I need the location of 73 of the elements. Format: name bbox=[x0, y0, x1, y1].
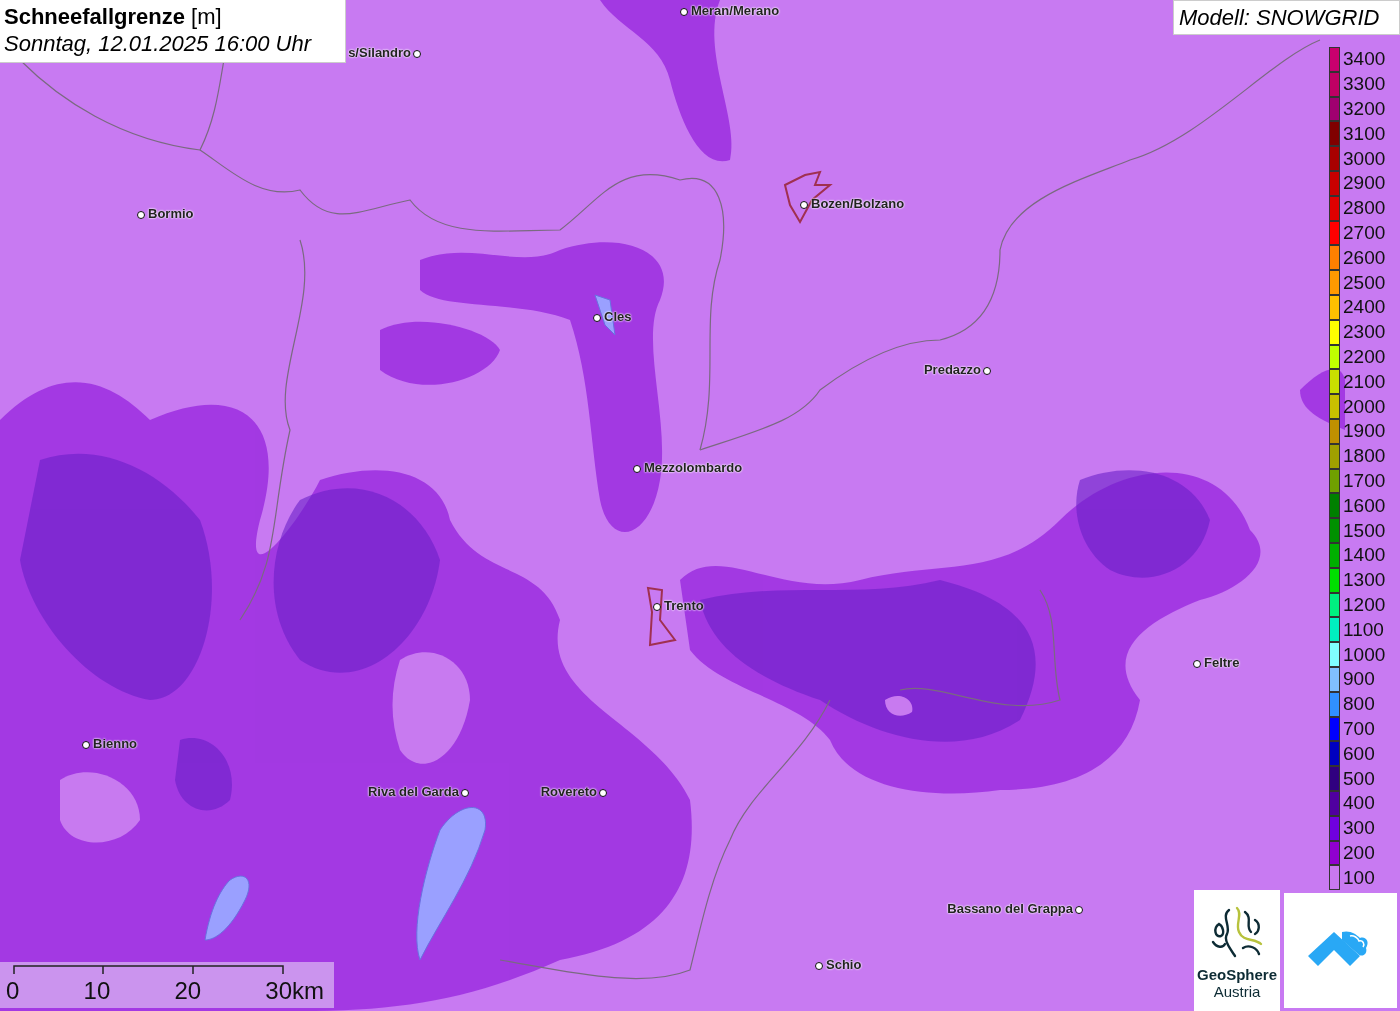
place-marker-icon bbox=[653, 603, 661, 611]
scale-ruler-icon bbox=[13, 965, 285, 975]
legend-value: 2700 bbox=[1342, 221, 1386, 244]
place-label: Bassano del Grappa bbox=[947, 901, 1073, 917]
place-marker-icon bbox=[82, 741, 90, 749]
place-label: Rovereto bbox=[540, 784, 597, 800]
legend-value: 600 bbox=[1342, 742, 1375, 765]
place-marker-icon bbox=[983, 367, 991, 375]
legend-value: 1400 bbox=[1342, 544, 1386, 567]
legend-value: 3000 bbox=[1342, 147, 1386, 170]
legend-value: 700 bbox=[1342, 717, 1375, 740]
legend-value: 3100 bbox=[1342, 122, 1386, 145]
place-label: Cles bbox=[604, 309, 632, 325]
scale-label: 0 bbox=[6, 978, 20, 1004]
legend-value: 3200 bbox=[1342, 98, 1386, 120]
legend-value: 1100 bbox=[1342, 618, 1384, 641]
legend-value: 2300 bbox=[1342, 321, 1386, 344]
place-marker-icon bbox=[633, 465, 641, 473]
place-label: Bormio bbox=[148, 206, 194, 222]
legend-value: 1300 bbox=[1342, 569, 1386, 592]
place-label: Trento bbox=[664, 598, 704, 614]
legend-value: 800 bbox=[1342, 693, 1375, 716]
place-marker-icon bbox=[413, 50, 421, 58]
legend-value: 2100 bbox=[1342, 370, 1386, 393]
legend-value: 1900 bbox=[1342, 420, 1386, 443]
legend-value: 2900 bbox=[1342, 172, 1386, 195]
legend-value: 2800 bbox=[1342, 197, 1386, 220]
place-marker-icon bbox=[1193, 660, 1201, 668]
scale-label: 20 bbox=[174, 978, 202, 1004]
legend-value: 1700 bbox=[1342, 469, 1386, 492]
place-label: Schio bbox=[826, 957, 862, 973]
place-marker-icon bbox=[815, 962, 823, 970]
scale-label: 30km bbox=[265, 978, 324, 1004]
legend-value: 200 bbox=[1342, 841, 1375, 864]
scale-label: 10 bbox=[83, 978, 111, 1004]
place-label: Bienno bbox=[93, 736, 138, 752]
legend-value: 2400 bbox=[1342, 296, 1386, 319]
place-marker-icon bbox=[137, 211, 145, 219]
legend-value: 2500 bbox=[1342, 271, 1386, 294]
place-marker-icon bbox=[680, 8, 688, 16]
place-label: Bozen/Bolzano bbox=[811, 196, 905, 212]
place-marker-icon bbox=[1075, 906, 1083, 914]
place-label: Predazzo bbox=[923, 362, 981, 378]
place-label: Mezzolombardo bbox=[644, 460, 743, 476]
logo-subtitle: Austria bbox=[1213, 983, 1261, 1001]
place-label: Riva del Garda bbox=[367, 784, 459, 800]
place-marker-icon bbox=[593, 314, 601, 322]
legend-value: 100 bbox=[1342, 866, 1375, 889]
place-label: Meran/Merano bbox=[691, 3, 780, 19]
contour-lines-icon bbox=[1209, 904, 1265, 960]
legend-value: 3400 bbox=[1342, 48, 1386, 71]
logo-wordmark: GeoSphere bbox=[1197, 966, 1277, 983]
legend-value: 3300 bbox=[1342, 73, 1386, 96]
legend-value: 2600 bbox=[1342, 246, 1386, 269]
map-title: Schneefallgrenze [m] bbox=[4, 3, 223, 30]
legend-value: 2000 bbox=[1342, 395, 1386, 418]
legend-value: 400 bbox=[1342, 792, 1375, 815]
place-marker-icon bbox=[800, 201, 808, 209]
legend-value: 2200 bbox=[1342, 345, 1386, 368]
legend-value: 900 bbox=[1342, 668, 1375, 691]
legend-value: 300 bbox=[1342, 817, 1375, 840]
place-marker-icon bbox=[461, 789, 469, 797]
place-label: s/Silandro bbox=[348, 45, 411, 61]
legend-value: 1200 bbox=[1342, 593, 1386, 616]
model-label: Modell: SNOWGRID bbox=[1173, 0, 1400, 35]
place-marker-icon bbox=[599, 789, 607, 797]
legend-value: 1800 bbox=[1342, 445, 1386, 468]
forecast-datetime: Sonntag, 12.01.2025 16:00 Uhr bbox=[4, 30, 313, 57]
legend-value: 1500 bbox=[1342, 519, 1386, 542]
legend-value: 500 bbox=[1342, 767, 1375, 790]
place-label: Feltre bbox=[1204, 655, 1240, 671]
legend-value: 1600 bbox=[1342, 494, 1386, 517]
legend-value: 1000 bbox=[1342, 643, 1386, 666]
